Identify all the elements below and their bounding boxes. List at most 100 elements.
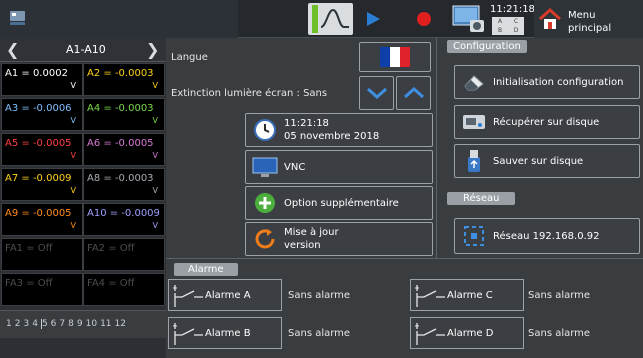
chevron-up-icon xyxy=(403,87,424,99)
relay-icon xyxy=(415,323,445,345)
init-config-label: Initialisation configuration xyxy=(493,76,624,88)
update-label-line2: version xyxy=(284,240,321,251)
home-icon xyxy=(538,7,562,29)
network-icon xyxy=(461,223,487,249)
channel-value: FA3 = Off xyxy=(5,278,53,289)
language-button[interactable] xyxy=(359,42,431,72)
channel-cell-a5[interactable]: A5 = -0.0005 V xyxy=(1,133,83,166)
channel-value: A4 = -0.0003 xyxy=(87,103,154,114)
page-number[interactable]: 2 xyxy=(15,319,21,329)
channel-cell-fa4[interactable]: FA4 = Off xyxy=(83,273,165,306)
alarm-state: Sans alarme xyxy=(288,328,351,339)
channel-cell-a2[interactable]: A2 = -0.0003 V xyxy=(83,63,165,96)
usb-drive-icon xyxy=(461,148,487,174)
save-disk-button[interactable]: Sauver sur disque xyxy=(454,144,640,178)
channel-cell-a8[interactable]: A8 = -0.0003 V xyxy=(83,168,165,201)
channel-range-header: ❮ A1-A10 ❯ xyxy=(0,38,166,62)
screen-off-down-button[interactable] xyxy=(359,76,394,110)
settings-panel: Langue Extinction lumière écran : Sans 1… xyxy=(166,38,436,258)
channel-unit: V xyxy=(152,116,158,125)
screenshot-icon[interactable] xyxy=(452,4,485,34)
alarm-button[interactable]: Alarme D xyxy=(410,317,524,349)
channel-value: A10 = -0.0009 xyxy=(87,208,160,219)
main-menu-label-line1: Menu xyxy=(568,10,596,21)
channel-cell-fa3[interactable]: FA3 = Off xyxy=(1,273,83,306)
channel-cell-fa2[interactable]: FA2 = Off xyxy=(83,238,165,271)
recover-disk-button[interactable]: Récupérer sur disque xyxy=(454,105,640,139)
chevron-left-icon[interactable]: ❮ xyxy=(6,40,19,59)
record-icon[interactable] xyxy=(417,12,431,26)
play-icon[interactable] xyxy=(364,10,382,28)
alarm-button[interactable]: Alarme C xyxy=(410,279,524,311)
channel-value: A1 = 0.0002 xyxy=(5,68,68,79)
waveform-icon xyxy=(320,8,349,28)
alarm-panel: Alarme Alarme A Sans alarme Alarme C Sans a… xyxy=(166,258,643,358)
page-number[interactable]: 7 xyxy=(59,319,65,329)
alarm-button[interactable]: Alarme B xyxy=(168,317,282,349)
datetime-text: 11:21:18 05 novembre 2018 xyxy=(284,117,379,143)
screen-off-up-button[interactable] xyxy=(396,76,431,110)
page-number[interactable]: 10 xyxy=(86,319,97,329)
clock-display: 11:21:18 A C B D xyxy=(488,2,535,36)
channel-unit: V xyxy=(70,81,76,90)
vnc-button[interactable]: VNC xyxy=(245,150,433,184)
alarm-state: Sans alarme xyxy=(528,328,591,339)
device-icon[interactable] xyxy=(9,9,26,27)
chevron-right-icon[interactable]: ❯ xyxy=(146,40,159,59)
init-config-button[interactable]: Initialisation configuration xyxy=(454,65,640,99)
alarm-button[interactable]: Alarme A xyxy=(168,279,282,311)
page-number[interactable]: 9 xyxy=(77,319,83,329)
extra-option-label: Option supplémentaire xyxy=(284,197,399,209)
update-button[interactable]: Mise à jour version xyxy=(245,222,433,256)
disk-icon xyxy=(461,109,487,135)
channel-cell-a9[interactable]: A9 = -0.0005 V xyxy=(1,203,83,236)
update-label: Mise à jour version xyxy=(284,226,339,252)
page-number[interactable]: 6 xyxy=(51,319,57,329)
page-number[interactable]: 4 xyxy=(32,319,38,329)
channel-mini-grid: A C B D xyxy=(492,17,524,35)
toolbar-left-zone xyxy=(0,0,238,38)
page-number[interactable]: 5 xyxy=(40,319,48,329)
eraser-icon xyxy=(461,69,487,95)
page-number[interactable]: 12 xyxy=(115,319,126,329)
mini-grid-d: D xyxy=(513,27,519,34)
channel-cell-a7[interactable]: A7 = -0.0009 V xyxy=(1,168,83,201)
network-button[interactable]: Réseau 192.168.0.92 xyxy=(454,218,640,254)
french-flag-icon xyxy=(380,47,410,67)
scope-mode-button[interactable] xyxy=(308,3,353,35)
channel-value: FA4 = Off xyxy=(87,278,135,289)
alarm-label: Alarme D xyxy=(447,328,494,339)
channel-cell-fa1[interactable]: FA1 = Off xyxy=(1,238,83,271)
page-number[interactable]: 8 xyxy=(68,319,74,329)
language-label: Langue xyxy=(171,52,208,63)
datetime-button[interactable]: 11:21:18 05 novembre 2018 xyxy=(245,113,433,147)
channel-cell-a4[interactable]: A4 = -0.0003 V xyxy=(83,98,165,131)
page-number[interactable]: 11 xyxy=(100,319,111,329)
channel-value: A7 = -0.0009 xyxy=(5,173,72,184)
channel-unit: V xyxy=(152,81,158,90)
channel-value: FA2 = Off xyxy=(87,243,135,254)
channel-panel: ❮ A1-A10 ❯ A1 = 0.0002 V A2 = -0.0003 V A3 =… xyxy=(0,38,166,358)
channel-pager[interactable]: 1 2 3 4 5 6 7 8 9 10 11 12 xyxy=(0,310,166,338)
extra-option-button[interactable]: Option supplémentaire xyxy=(245,186,433,220)
channel-cell-a3[interactable]: A3 = -0.0006 V xyxy=(1,98,83,131)
plus-icon xyxy=(252,190,278,216)
chevron-down-icon xyxy=(366,87,387,99)
green-marker xyxy=(312,5,318,33)
channel-cell-a6[interactable]: A6 = -0.0005 V xyxy=(83,133,165,166)
channel-cell-a1[interactable]: A1 = 0.0002 V xyxy=(1,63,83,96)
channel-unit: V xyxy=(152,221,158,230)
channel-cell-a10[interactable]: A10 = -0.0009 V xyxy=(83,203,165,236)
channel-unit: V xyxy=(70,221,76,230)
main-menu-button[interactable]: Menu principal xyxy=(534,0,643,38)
channel-unit: V xyxy=(70,116,76,125)
page-number[interactable]: 1 xyxy=(6,319,12,329)
datetime-date: 05 novembre 2018 xyxy=(284,131,380,142)
relay-icon xyxy=(415,285,445,307)
channel-value: FA1 = Off xyxy=(5,243,53,254)
page-number[interactable]: 3 xyxy=(23,319,29,329)
page-numbers[interactable]: 1 2 3 4 5 6 7 8 9 10 11 12 xyxy=(6,319,129,329)
network-label: Réseau 192.168.0.92 xyxy=(493,230,600,242)
mini-grid-b: B xyxy=(497,27,503,34)
top-toolbar: 11:21:18 A C B D Menu principal xyxy=(0,0,643,38)
